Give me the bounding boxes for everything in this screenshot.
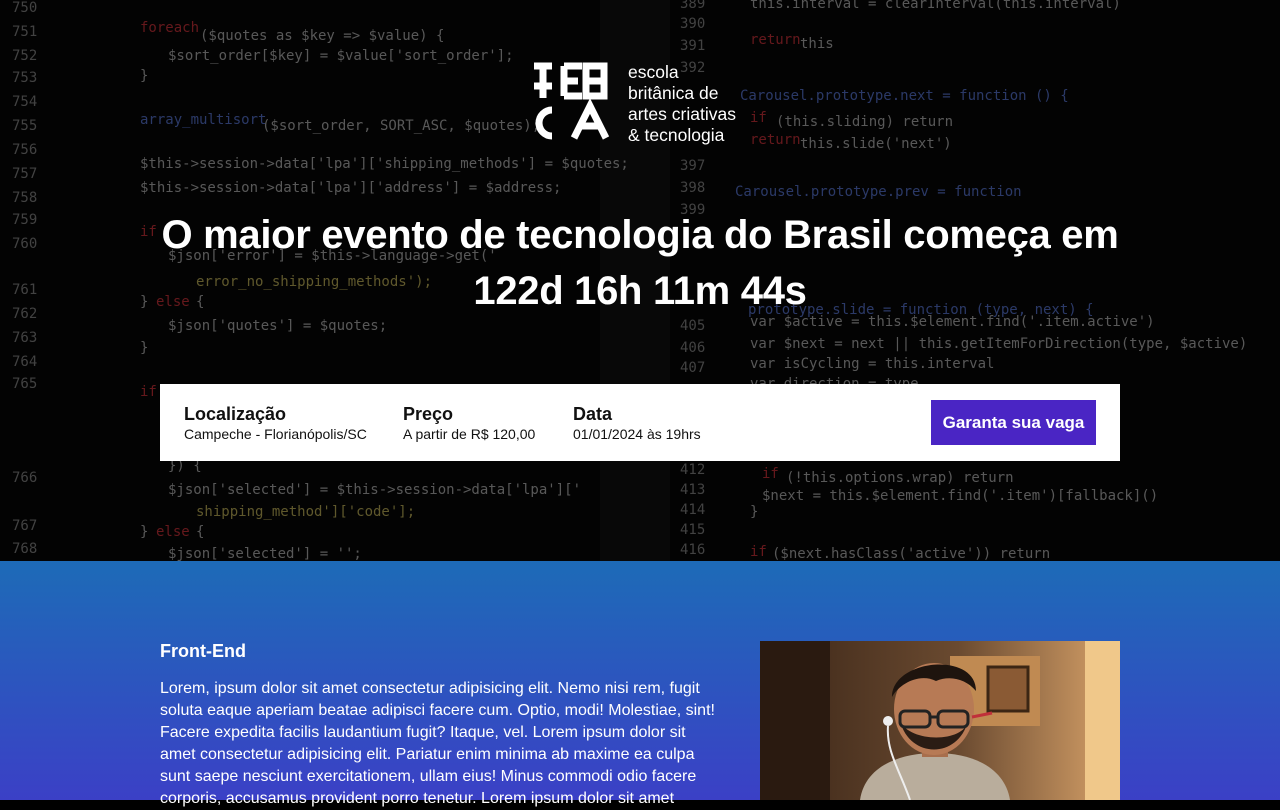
hero-headline: O maior evento de tecnologia do Brasil c…	[0, 207, 1280, 319]
logo-line-2: britânica de	[628, 83, 719, 103]
date-label: Data	[573, 403, 613, 424]
logo-line-1: escola	[628, 62, 679, 82]
course-photo	[760, 641, 1120, 800]
date-value: 01/01/2024 às 19hrs	[573, 425, 701, 442]
countdown-timer: 122d 16h 11m 44s	[473, 269, 807, 313]
event-info-bar: Localização Campeche - Florianópolis/SC …	[160, 384, 1120, 461]
logo-line-3: artes criativas	[628, 104, 736, 124]
hero-banner: 750751 752753 754755 756757 758759 76076…	[0, 0, 1280, 561]
course-section: Front-End Lorem, ipsum dolor sit amet co…	[0, 561, 1280, 807]
price-info: Preço A partir de R$ 120,00	[403, 404, 573, 442]
location-value: Campeche - Florianópolis/SC	[184, 425, 367, 442]
reserve-spot-button[interactable]: Garanta sua vaga	[931, 400, 1096, 445]
course-title: Front-End	[160, 641, 246, 661]
price-value: A partir de R$ 120,00	[403, 425, 536, 442]
location-info: Localização Campeche - Florianópolis/SC	[184, 404, 403, 442]
logo-text: escola britânica de artes criativas & te…	[628, 62, 736, 146]
person-laptop-photo	[760, 641, 1120, 800]
ebac-logo-icon	[534, 62, 610, 140]
price-label: Preço	[403, 403, 454, 424]
logo-line-4: & tecnologia	[628, 125, 725, 145]
date-info: Data 01/01/2024 às 19hrs	[573, 404, 773, 442]
headline-text: O maior evento de tecnologia do Brasil c…	[161, 213, 1119, 257]
ebac-logo[interactable]: escola britânica de artes criativas & te…	[530, 62, 736, 146]
course-description: Lorem, ipsum dolor sit amet consectetur …	[160, 680, 715, 807]
location-label: Localização	[184, 403, 287, 424]
